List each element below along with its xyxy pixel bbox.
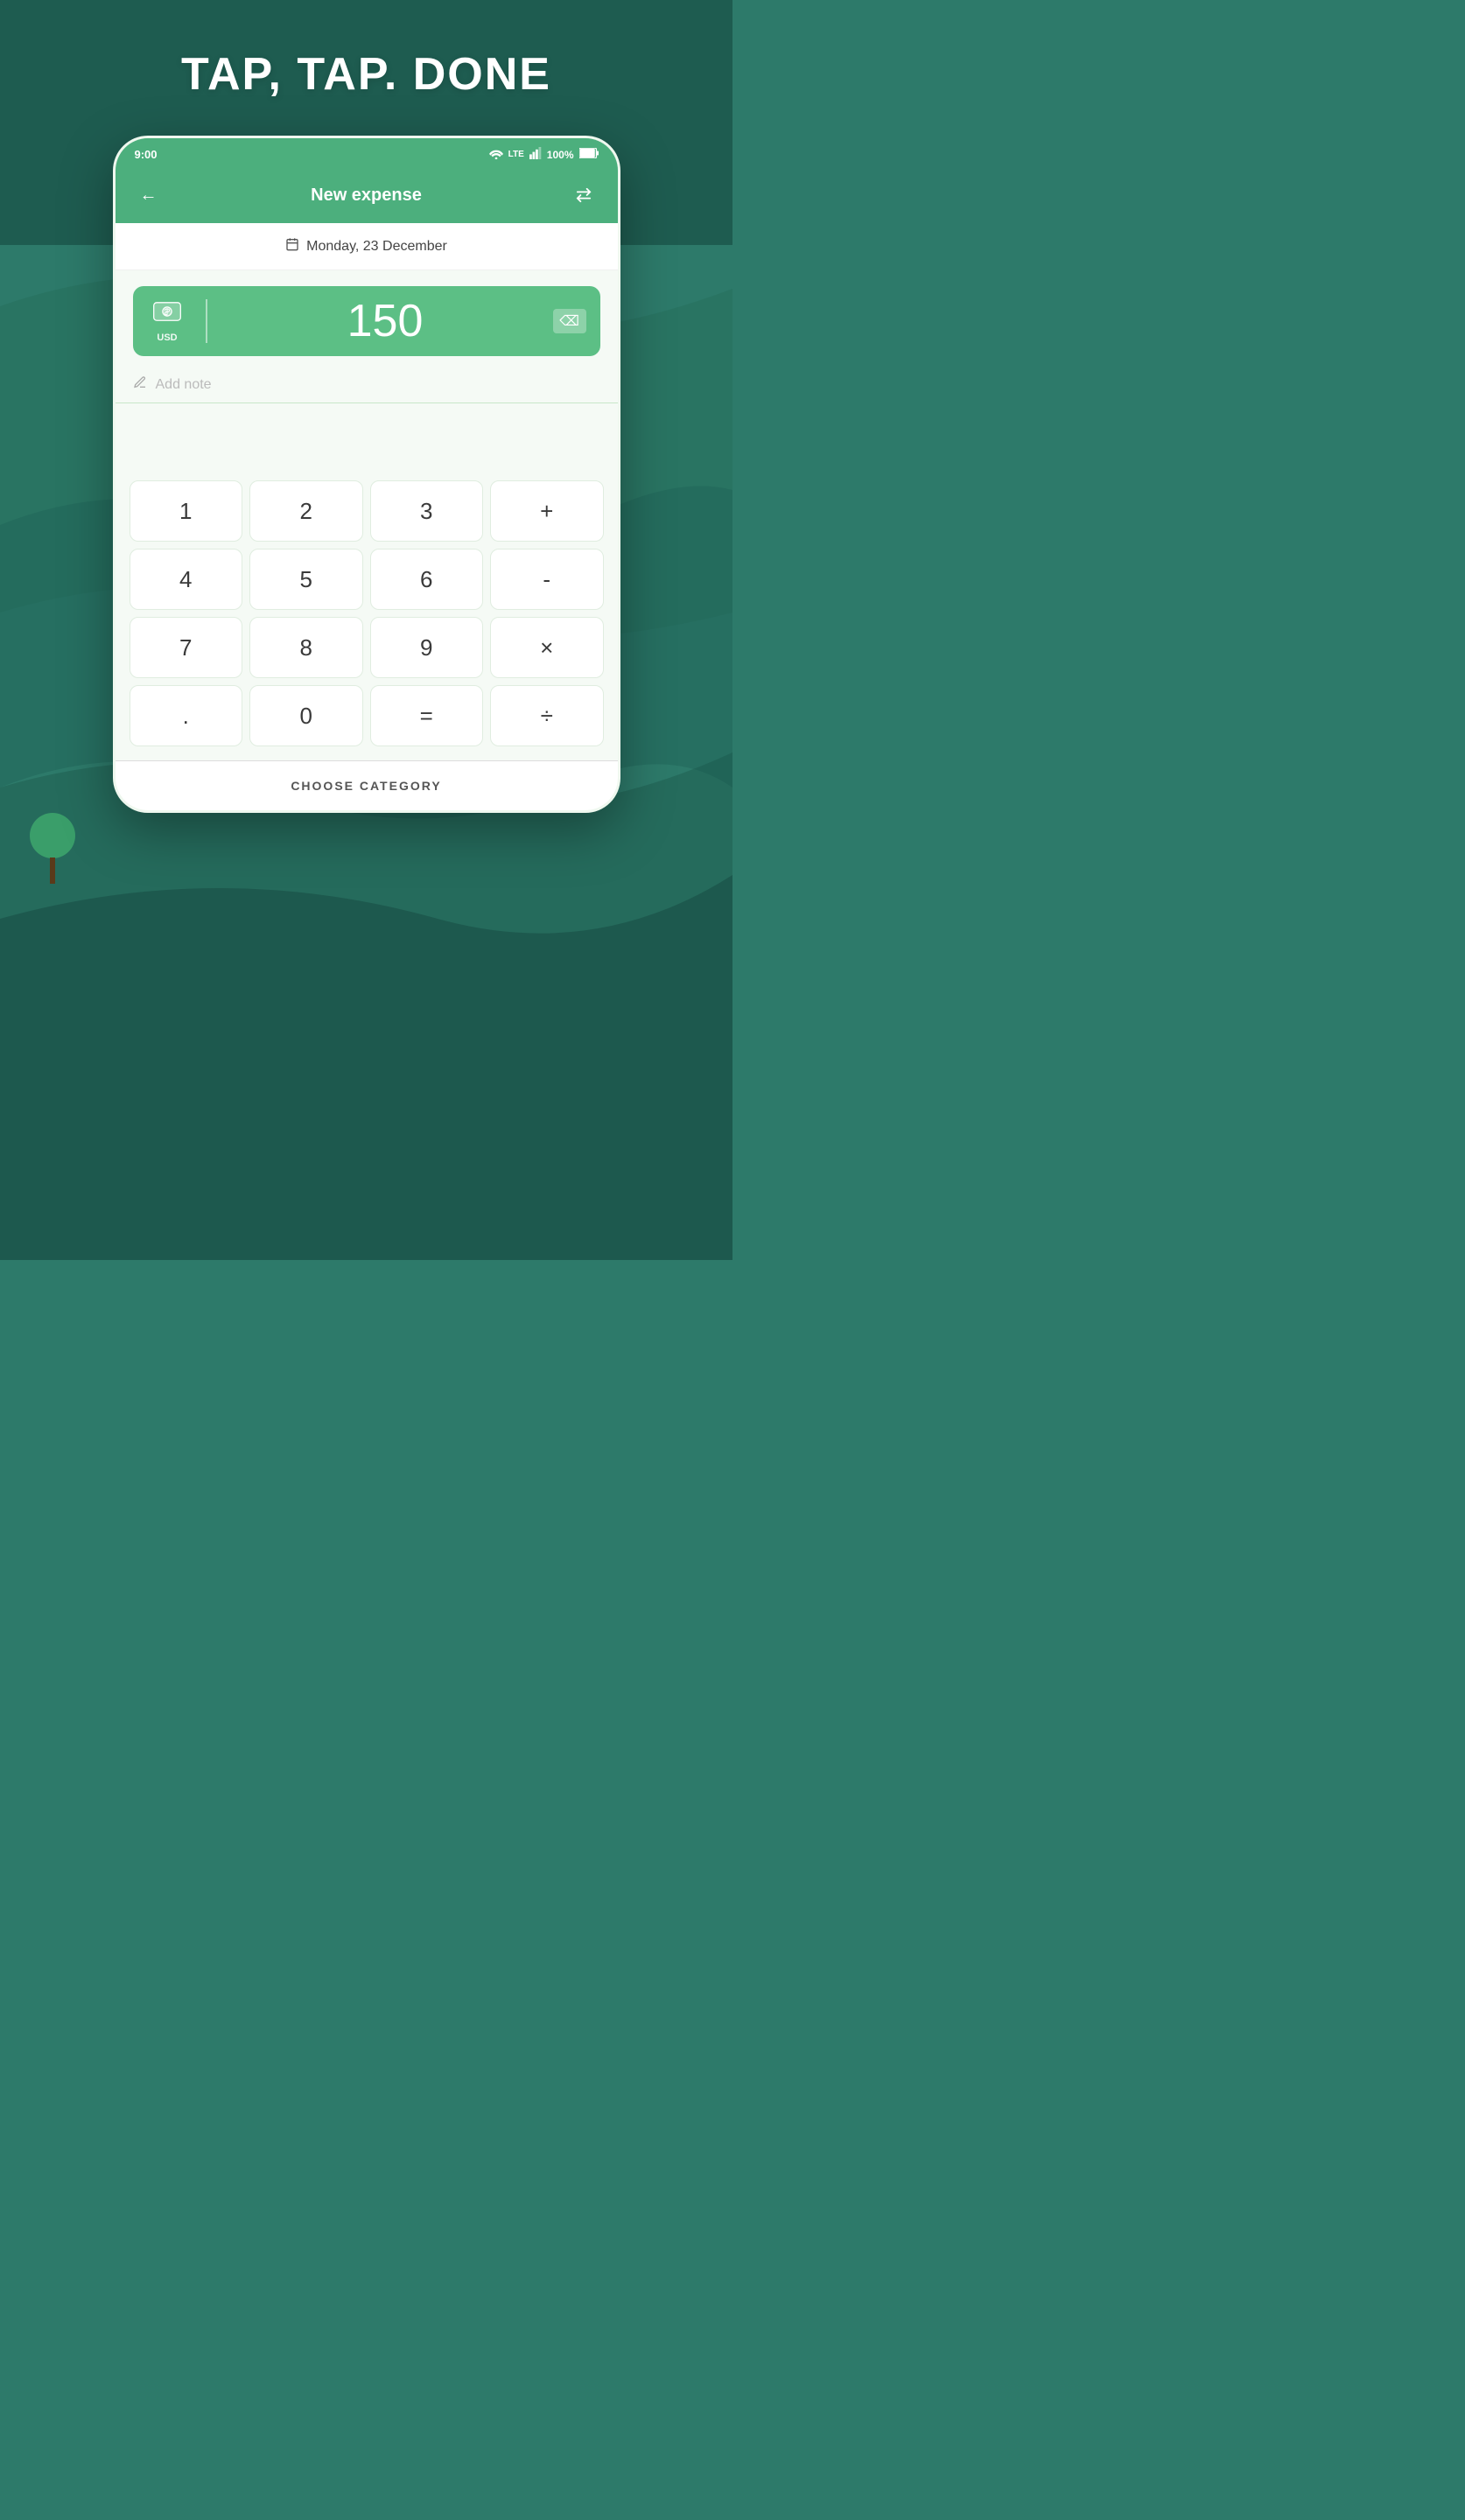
page-headline: TAP, TAP. DONE (181, 48, 551, 101)
calc-btn-multiply[interactable]: × (490, 617, 604, 678)
empty-space (116, 403, 618, 473)
backspace-button[interactable]: ⌫ (553, 309, 586, 333)
note-field[interactable]: Add note (116, 365, 618, 403)
status-time: 9:00 (135, 148, 158, 161)
calc-btn-4[interactable]: 4 (130, 549, 243, 610)
pen-icon (133, 375, 147, 394)
calc-btn-0[interactable]: 0 (249, 685, 363, 746)
calc-btn-7[interactable]: 7 (130, 617, 243, 678)
swap-button[interactable] (568, 179, 599, 211)
calc-btn-6[interactable]: 6 (370, 549, 484, 610)
status-right: LTE 100% (489, 147, 599, 162)
status-bar: 9:00 LTE 100% (116, 138, 618, 169)
amount-area: USD 150 ⌫ (116, 270, 618, 365)
calc-btn-dot[interactable]: . (130, 685, 243, 746)
calc-row-1: 1 2 3 + (130, 480, 604, 542)
calc-row-3: 7 8 9 × (130, 617, 604, 678)
back-button[interactable]: ← (133, 179, 165, 211)
app-bar: ← New expense (116, 169, 618, 223)
calculator: 1 2 3 + 4 5 6 - 7 8 9 × . 0 = ÷ (116, 473, 618, 760)
calendar-icon (285, 237, 299, 256)
note-placeholder: Add note (156, 377, 212, 393)
calc-row-4: . 0 = ÷ (130, 685, 604, 746)
calc-btn-9[interactable]: 9 (370, 617, 484, 678)
calc-btn-8[interactable]: 8 (249, 617, 363, 678)
calc-row-2: 4 5 6 - (130, 549, 604, 610)
amount-value: 150 (218, 295, 553, 347)
calc-btn-plus[interactable]: + (490, 480, 604, 542)
lte-icon: LTE (508, 150, 524, 159)
amount-display: USD 150 ⌫ (133, 286, 600, 356)
currency-box: USD (147, 299, 195, 343)
choose-category-button[interactable]: CHOOSE CATEGORY (116, 760, 618, 810)
signal-icon (529, 147, 542, 162)
calc-btn-2[interactable]: 2 (249, 480, 363, 542)
calc-btn-5[interactable]: 5 (249, 549, 363, 610)
battery-icon (579, 148, 599, 161)
amount-divider (206, 299, 207, 343)
calc-btn-1[interactable]: 1 (130, 480, 243, 542)
calc-btn-equals[interactable]: = (370, 685, 484, 746)
date-row[interactable]: Monday, 23 December (116, 223, 618, 270)
calc-btn-3[interactable]: 3 (370, 480, 484, 542)
date-label: Monday, 23 December (306, 239, 447, 255)
app-bar-title: New expense (311, 186, 422, 206)
wifi-icon (489, 147, 503, 162)
phone-frame: 9:00 LTE 100% (113, 136, 620, 813)
currency-label: USD (157, 332, 177, 343)
calc-btn-minus[interactable]: - (490, 549, 604, 610)
battery-percentage: 100% (547, 149, 574, 161)
money-icon (152, 299, 182, 331)
calc-btn-divide[interactable]: ÷ (490, 685, 604, 746)
